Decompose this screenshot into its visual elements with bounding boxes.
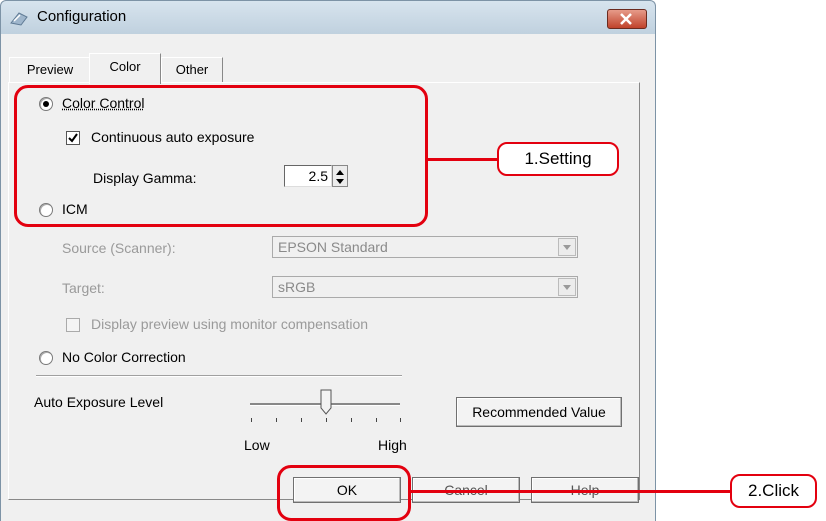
slider-tick xyxy=(400,418,401,422)
slider-tick xyxy=(376,418,377,422)
slider-tick xyxy=(326,418,327,422)
no-color-correction-label: No Color Correction xyxy=(62,349,186,365)
setting-leader-line xyxy=(428,158,498,161)
source-scanner-value: EPSON Standard xyxy=(278,239,388,255)
recommended-value-button[interactable]: Recommended Value xyxy=(456,397,622,427)
setting-highlight-box xyxy=(14,85,428,227)
target-value: sRGB xyxy=(278,279,316,295)
slider-tick xyxy=(251,418,252,422)
close-button[interactable] xyxy=(607,9,647,29)
dropdown-arrow-icon[interactable] xyxy=(558,278,576,296)
auto-exposure-slider-thumb[interactable] xyxy=(320,389,332,415)
slider-tick xyxy=(276,418,277,422)
scanner-icon xyxy=(9,9,29,27)
slider-tick xyxy=(301,418,302,422)
tab-color[interactable]: Color xyxy=(89,53,161,84)
target-select[interactable]: sRGB xyxy=(272,276,578,298)
auto-exposure-level-label: Auto Exposure Level xyxy=(34,394,164,410)
slider-tick xyxy=(351,418,352,422)
tab-preview[interactable]: Preview xyxy=(9,57,91,82)
window-title: Configuration xyxy=(37,8,127,25)
target-label: Target: xyxy=(62,280,105,296)
slider-low-label: Low xyxy=(244,437,270,453)
configuration-dialog: Configuration Preview Color Other Color … xyxy=(0,0,656,521)
dropdown-arrow-icon[interactable] xyxy=(558,238,576,256)
display-preview-checkbox[interactable] xyxy=(66,318,80,332)
source-scanner-select[interactable]: EPSON Standard xyxy=(272,236,578,258)
click-leader-line xyxy=(411,490,731,493)
setting-callout: 1.Setting xyxy=(497,142,619,176)
click-callout: 2.Click xyxy=(730,474,817,508)
ok-highlight-box xyxy=(277,465,411,521)
divider xyxy=(36,375,402,377)
source-scanner-label: Source (Scanner): xyxy=(62,240,176,256)
no-color-correction-radio[interactable] xyxy=(39,351,53,365)
title-bar[interactable]: Configuration xyxy=(0,0,656,35)
close-icon xyxy=(620,13,632,25)
tab-other[interactable]: Other xyxy=(161,57,223,82)
slider-high-label: High xyxy=(378,437,407,453)
display-preview-label: Display preview using monitor compensati… xyxy=(91,316,369,332)
